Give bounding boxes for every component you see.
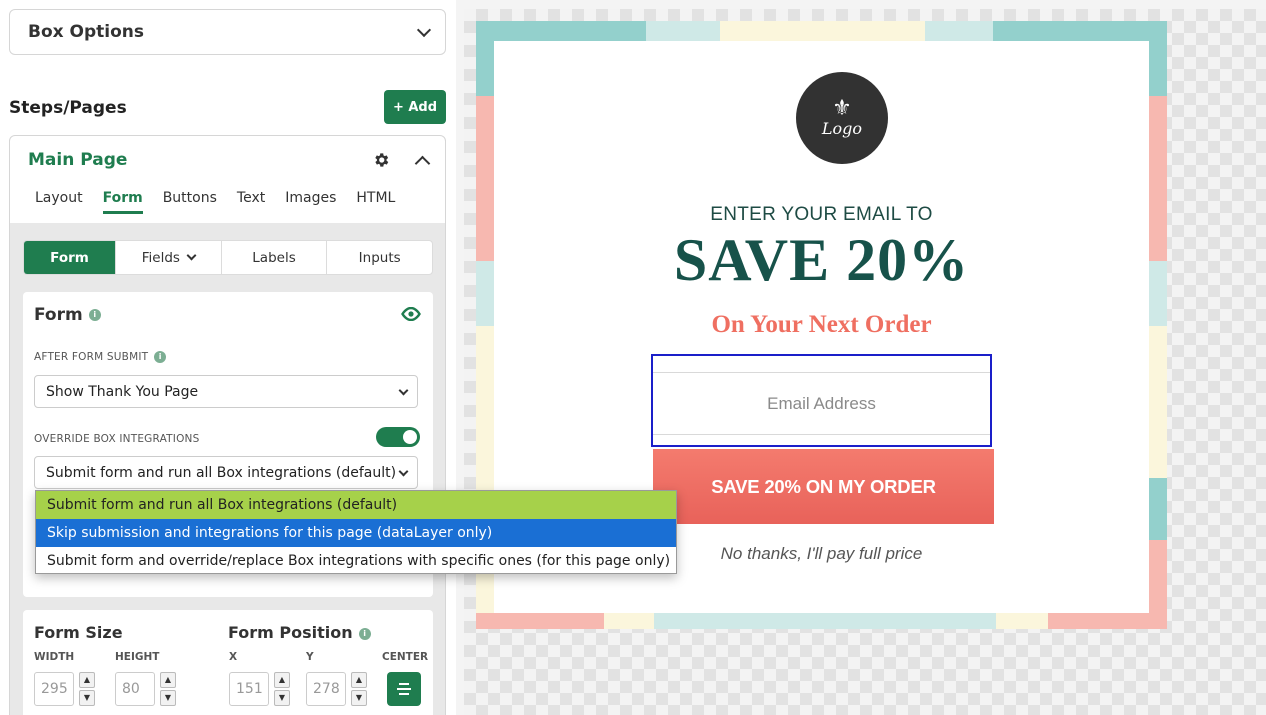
stepper-down-icon[interactable]: ▼ (351, 690, 367, 706)
form-size-card: Form Size Form Position i WIDTH HEIGHT X … (23, 610, 433, 715)
height-label: HEIGHT (115, 651, 160, 663)
eye-icon[interactable] (401, 307, 421, 321)
subtab-labels[interactable]: Labels (222, 241, 328, 274)
steps-pages-title: Steps/Pages (9, 98, 127, 118)
stepper-down-icon[interactable]: ▼ (274, 690, 290, 706)
page-name: Main Page (28, 150, 128, 170)
tab-images[interactable]: Images (285, 190, 336, 214)
stepper-up-icon[interactable]: ▲ (79, 672, 95, 688)
add-page-button[interactable]: + Add (384, 90, 446, 124)
align-center-icon-line (399, 693, 409, 695)
editor-sidebar: Box Options Steps/Pages + Add Main Page … (0, 0, 456, 715)
tab-buttons[interactable]: Buttons (163, 190, 217, 214)
subtab-inputs-label: Inputs (358, 249, 401, 266)
box-options-title: Box Options (28, 22, 144, 42)
y-stepper[interactable]: ▲ ▼ (351, 672, 367, 706)
after-submit-label: AFTER FORM SUBMIT i (34, 351, 167, 363)
after-submit-value: Show Thank You Page (46, 383, 199, 400)
align-center-icon-line (397, 688, 411, 690)
override-integrations-toggle[interactable] (376, 427, 420, 447)
form-subtabs: Form Fields Labels Inputs (23, 240, 433, 275)
main-page-card: Main Page Layout Form Buttons Text Image… (9, 135, 446, 715)
x-input[interactable]: 151 (229, 672, 269, 706)
override-integrations-select[interactable]: Submit form and run all Box integrations… (34, 456, 418, 489)
width-label: WIDTH (34, 651, 75, 663)
tab-layout[interactable]: Layout (35, 190, 83, 214)
align-center-icon (399, 683, 409, 685)
stepper-up-icon[interactable]: ▲ (274, 672, 290, 688)
box-options-panel[interactable]: Box Options (9, 9, 446, 55)
form-settings-panel: Form Fields Labels Inputs Form i AFTER FO… (10, 223, 445, 715)
center-label: CENTER (382, 651, 429, 663)
width-stepper[interactable]: ▲ ▼ (79, 672, 95, 706)
chevron-down-icon (398, 385, 409, 396)
stepper-up-icon[interactable]: ▲ (160, 672, 176, 688)
y-label: Y (306, 651, 314, 663)
chevron-up-icon[interactable] (414, 155, 431, 172)
after-submit-select[interactable]: Show Thank You Page (34, 375, 418, 408)
center-align-button[interactable] (387, 672, 421, 706)
subtab-labels-label: Labels (252, 249, 296, 266)
subtab-fields-label: Fields (141, 249, 180, 266)
stepper-down-icon[interactable]: ▼ (79, 690, 95, 706)
chevron-down-icon (186, 250, 197, 261)
override-integrations-value: Submit form and run all Box integrations… (46, 464, 397, 481)
after-submit-label-text: AFTER FORM SUBMIT (34, 351, 149, 363)
option-override-integrations[interactable]: Submit form and override/replace Box int… (36, 547, 676, 575)
preview-canvas: ⚜ Logo ENTER YOUR EMAIL TO SAVE 20% On Y… (464, 9, 1266, 715)
form-position-title: Form Position i (228, 623, 371, 642)
form-position-title-text: Form Position (228, 623, 353, 642)
option-skip-submission[interactable]: Skip submission and integrations for thi… (36, 519, 676, 547)
tab-text[interactable]: Text (237, 190, 265, 214)
tab-html[interactable]: HTML (356, 190, 395, 214)
form-size-title: Form Size (34, 623, 123, 642)
y-input[interactable]: 278 (306, 672, 346, 706)
height-stepper[interactable]: ▲ ▼ (160, 672, 176, 706)
override-integrations-label: OVERRIDE BOX INTEGRATIONS (34, 433, 200, 445)
info-icon[interactable]: i (88, 309, 101, 321)
option-run-all-integrations[interactable]: Submit form and run all Box integrations… (36, 491, 676, 519)
stepper-down-icon[interactable]: ▼ (160, 690, 176, 706)
stepper-up-icon[interactable]: ▲ (351, 672, 367, 688)
height-input[interactable]: 80 (115, 672, 155, 706)
subtab-fields[interactable]: Fields (116, 241, 222, 274)
form-card-title: Form i (34, 305, 101, 325)
x-stepper[interactable]: ▲ ▼ (274, 672, 290, 706)
gear-icon[interactable] (372, 151, 390, 169)
tab-form[interactable]: Form (102, 190, 143, 214)
subtab-form[interactable]: Form (24, 241, 116, 274)
subtab-form-label: Form (50, 249, 89, 266)
subtab-inputs[interactable]: Inputs (327, 241, 432, 274)
chevron-down-icon (398, 466, 409, 477)
chevron-down-icon (416, 22, 432, 37)
override-integrations-options: Submit form and run all Box integrations… (35, 490, 677, 574)
info-icon[interactable]: i (154, 351, 167, 363)
x-label: X (229, 651, 238, 663)
page-tabs: Layout Form Buttons Text Images HTML (35, 190, 415, 214)
form-title-text: Form (34, 305, 83, 325)
width-input[interactable]: 295 (34, 672, 74, 706)
info-icon[interactable]: i (358, 627, 371, 640)
